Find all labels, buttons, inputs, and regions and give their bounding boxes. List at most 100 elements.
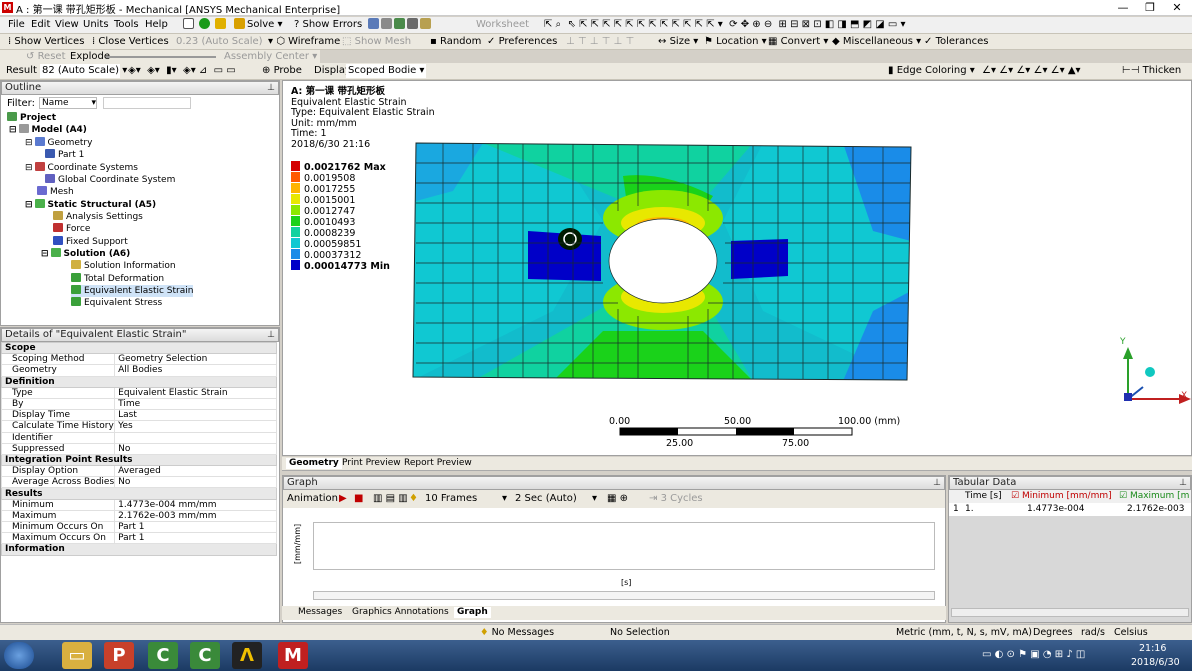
col-maximum[interactable]: ☑ Maximum [m [1119,491,1189,501]
details-section-row[interactable]: Information [1,543,277,556]
size-button[interactable]: ↔ Size ▾ [658,35,698,49]
details-row[interactable]: Geometry All Bodies [0,364,277,377]
show-vertices-button[interactable]: ⁞ Show Vertices [8,35,84,49]
reset-button[interactable]: ↺ Reset [26,50,66,64]
tree-item-part[interactable]: Part 1 [45,149,84,161]
graph-plot-area[interactable] [313,522,935,570]
ansys-mechanical-icon[interactable]: M [278,642,308,669]
details-section-row[interactable]: Integration Point Results [1,453,277,467]
cycles-button[interactable]: ⇥ 3 Cycles [649,492,703,506]
details-section-row[interactable]: Definition [1,375,277,388]
wireframe-button[interactable]: ▾ ⬡ Wireframe [268,35,340,49]
camtasia-recorder-icon[interactable]: C [190,642,220,669]
animation-icons[interactable]: ▥ ▤ ▥ [373,492,408,506]
temperature-status[interactable]: Celsius [1114,627,1148,638]
toolbar-icons-group-a[interactable] [368,18,433,32]
new-section-icon[interactable] [183,18,196,32]
units-status[interactable]: Metric (mm, t, N, s, mV, mA) [896,627,1032,638]
details-row[interactable]: Average Across Bodies No [0,476,277,489]
tree-item-coordinate-systems[interactable]: ⊟ Coordinate Systems [25,162,138,174]
start-button[interactable] [4,642,34,669]
preferences-button[interactable]: ✓ Preferences [487,35,557,49]
tab-report-preview[interactable]: Report Preview [404,458,472,469]
messages-status[interactable]: ♦ No Messages [480,627,554,638]
tolerances-button[interactable]: ✓ Tolerances [924,35,988,49]
minimize-button[interactable]: — [1110,0,1136,15]
convert-button[interactable]: ▦ Convert ▾ [768,35,828,49]
details-row[interactable]: Identifier [0,431,277,444]
edge-style-icons[interactable]: ∠▾ ∠▾ ∠▾ ∠▾ ∠▾ ▲▾ [982,64,1081,78]
tab-geometry[interactable]: Geometry [286,458,342,469]
assembly-center-dropdown[interactable]: Assembly Center ▾ [224,50,317,64]
tree-item-mesh[interactable]: Mesh [37,186,74,198]
tabular-scrollbar[interactable] [951,608,1189,617]
location-button[interactable]: ⚑ Location ▾ [704,35,767,49]
details-row[interactable]: Display Time Last [0,409,277,422]
miscellaneous-button[interactable]: ◆ Miscellaneous ▾ [832,35,921,49]
graphics-viewport[interactable]: A: 第一课 带孔矩形板 Equivalent Elastic Strain T… [282,80,1192,456]
frames-dropdown[interactable]: 10 Frames ▾ [425,492,507,506]
worksheet-button[interactable]: Worksheet [476,18,529,32]
menu-tools[interactable]: Tools [114,18,139,32]
details-row[interactable]: Suppressed No [0,442,277,455]
powerpoint-icon[interactable]: P [104,642,134,669]
ansys-workbench-icon[interactable]: Λ [232,642,262,669]
tree-item-analysis-settings[interactable]: Analysis Settings [53,211,143,223]
filter-search-input[interactable] [103,97,191,109]
menu-help[interactable]: Help [145,18,168,32]
solve-button[interactable]: Solve ▾ [234,18,283,32]
tree-item-global-coordinate-system[interactable]: Global Coordinate System [45,174,175,186]
pin-icon[interactable]: ⊥ [1179,477,1187,489]
pin-icon[interactable]: ⊥ [267,82,275,94]
pin-icon[interactable]: ⊥ [933,477,941,489]
toolbar-icons-group-b[interactable]: ⇱ ⌕ ⇖ ⇱ ⇱ ⇱ ⇱ ⇱ ⇱ ⇱ ⇱ ⇱ ⇱ ⇱ ⇱ ▾ ⟳ ✥ ⊕ ⊖ … [544,18,906,32]
graph-scrollbar[interactable] [313,591,935,600]
details-row[interactable]: Calculate Time History Yes [0,420,277,433]
tab-graphics-annotations[interactable]: Graphics Annotations [352,607,449,618]
show-mesh-button[interactable]: ⬚ Show Mesh [342,35,411,49]
check-icon[interactable] [199,18,212,32]
tree-item-model[interactable]: ⊟ Model (A4) [9,124,87,136]
camtasia-icon[interactable]: C [148,642,178,669]
details-row[interactable]: Display Option Averaged [0,465,277,478]
auto-scale-value[interactable]: 0.23 (Auto Scale) [176,35,263,49]
rads-status[interactable]: rad/s [1081,627,1105,638]
tab-messages[interactable]: Messages [298,607,342,618]
result-display-icons[interactable]: ◈▾ ◈▾ ▮▾ ◈▾ ⊿ ▭ ▭ [128,64,236,78]
export-icons[interactable]: ▦ ⊕ [607,492,628,506]
scoped-bodies-dropdown[interactable]: Scoped Bodie ▾ [346,64,427,78]
maximize-button[interactable]: ❐ [1137,0,1163,15]
random-button[interactable]: ▪ Random [430,35,481,49]
tree-item-force[interactable]: Force [53,223,90,235]
tree-item-fixed-support[interactable]: Fixed Support [53,236,128,248]
details-row[interactable]: Scoping Method Geometry Selection [0,353,277,366]
menu-file[interactable]: File [8,18,25,32]
details-row[interactable]: By Time [0,397,277,411]
edge-coloring-button[interactable]: ▮ Edge Coloring ▾ [888,64,975,78]
details-section-row[interactable]: Results [1,487,277,500]
play-icon[interactable]: ▶ [339,492,347,506]
toolbar-icons-group-c[interactable]: ⊥ ⊤ ⊥ ⊤ ⊥ ⊤ [566,35,634,49]
col-minimum[interactable]: ☑ Minimum [mm/mm] [1011,491,1112,501]
lightning-icon[interactable] [215,18,228,32]
explode-slider[interactable] [106,56,216,58]
tree-item-project[interactable]: Project [7,112,56,124]
menu-units[interactable]: Units [83,18,109,32]
tree-item-solution-information[interactable]: Solution Information [71,260,176,272]
lightbulb-icon[interactable]: ♦ [409,492,418,506]
contour-plot[interactable] [283,81,1191,455]
details-section-row[interactable]: Scope [1,341,277,355]
tab-graph[interactable]: Graph [454,607,491,618]
pin-icon[interactable]: ⊥ [267,329,275,341]
menu-edit[interactable]: Edit [31,18,50,32]
menu-view[interactable]: View [55,18,79,32]
tree-item-total-deformation[interactable]: Total Deformation [71,273,164,285]
tray-icons[interactable]: ▭ ◐ ⊙ ⚑ ▣ ◔ ⊞ ♪ ◫ [982,649,1085,660]
details-row[interactable]: Minimum 1.4773e-004 mm/mm [0,498,277,511]
degrees-status[interactable]: Degrees [1033,627,1073,638]
duration-dropdown[interactable]: 2 Sec (Auto) ▾ [515,492,597,506]
tree-item-solution[interactable]: ⊟ Solution (A6) [41,248,130,260]
show-errors-button[interactable]: ? Show Errors [294,18,362,32]
probe-button[interactable]: ⊕ Probe [262,64,302,78]
tree-item-static-structural[interactable]: ⊟ Static Structural (A5) [25,199,156,211]
